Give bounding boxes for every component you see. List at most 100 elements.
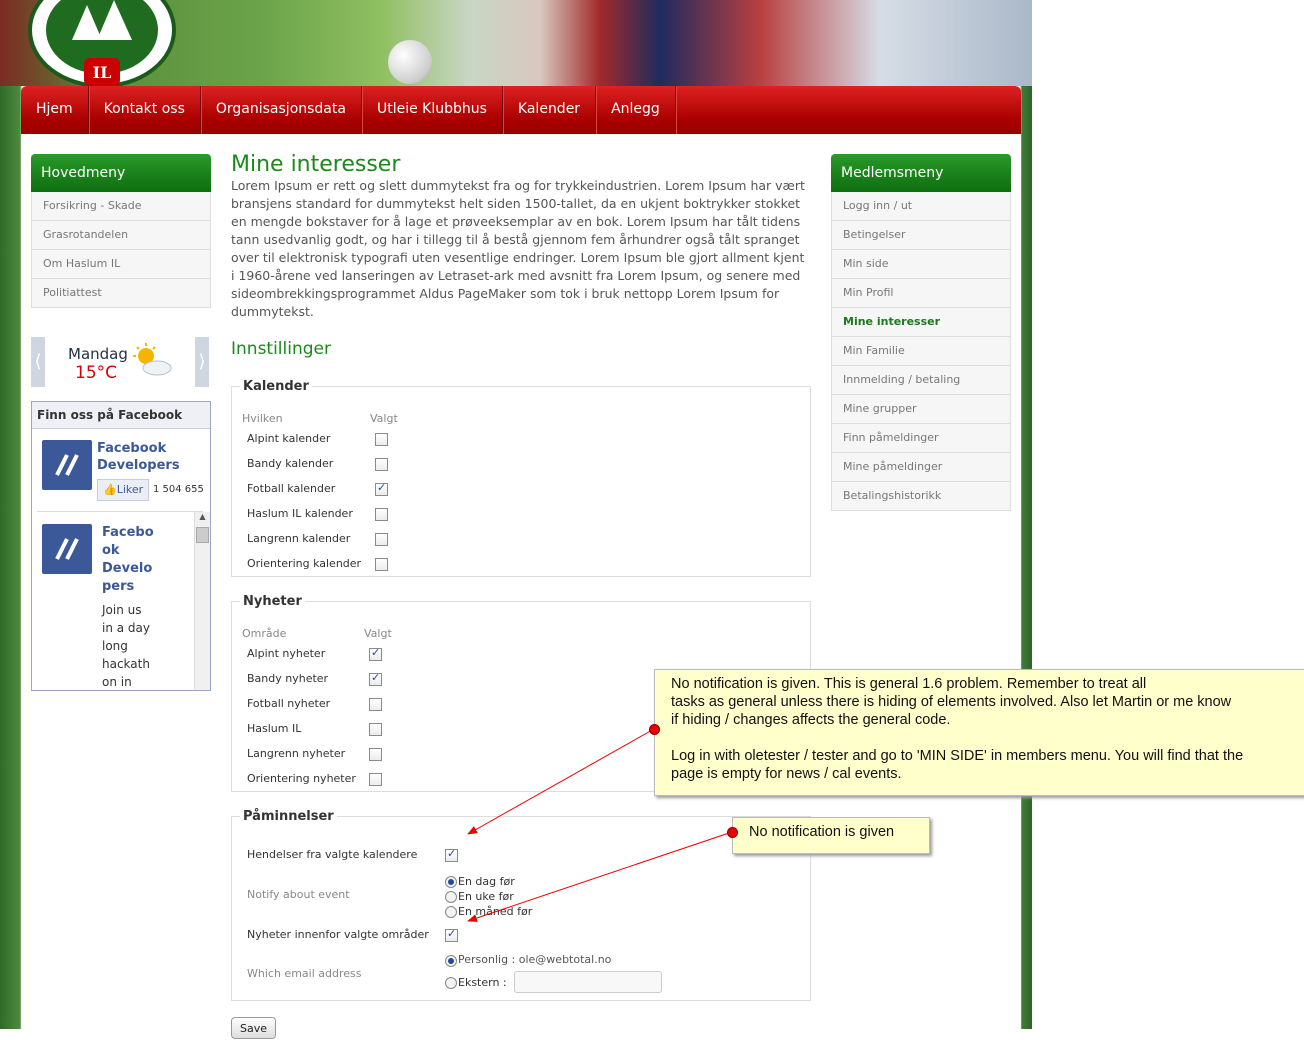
notify-option-label: En dag før: [458, 875, 515, 888]
external-email-input[interactable]: [514, 971, 662, 993]
kalender-legend: Kalender: [243, 379, 309, 394]
weather-day: Mandag: [68, 345, 128, 363]
facebook-post-author[interactable]: Facebo ok Develo pers: [102, 524, 156, 596]
facebook-widget: Finn oss på Facebook Facebook Developers…: [31, 401, 211, 691]
like-label: Liker: [116, 483, 144, 496]
arrow-dot-2: [727, 827, 738, 838]
kalender-row-checkbox[interactable]: [375, 481, 388, 496]
main-navigation: Hjem Kontakt oss Organisasjonsdata Utleie K…: [21, 86, 1021, 134]
main-menu-item[interactable]: Politiattest: [31, 279, 211, 308]
events-checkbox[interactable]: [445, 847, 458, 862]
note-line: page is empty for news / cal events.: [671, 766, 902, 782]
notify-radio[interactable]: [445, 906, 457, 918]
email-label: Which email address: [247, 967, 362, 980]
main-content: Mine interesser Lorem Ipsum er rett og s…: [231, 152, 811, 359]
kalender-col-selected: Valgt: [370, 412, 398, 425]
member-menu-item[interactable]: Logg inn / ut: [831, 192, 1011, 221]
nyheter-row-checkbox[interactable]: [369, 698, 382, 711]
email-external-label: Ekstern :: [458, 976, 507, 989]
nav-item[interactable]: Utleie Klubbhus: [362, 86, 503, 134]
kalender-col-which: Hvilken: [242, 412, 283, 425]
member-menu-item[interactable]: Betalingshistorikk: [831, 482, 1011, 511]
nyheter-col-area: Område: [242, 627, 287, 640]
paminnelser-legend: Påminnelser: [243, 809, 334, 824]
kalender-row-checkbox[interactable]: [375, 558, 388, 571]
main-menu-item[interactable]: Forsikring - Skade: [31, 192, 211, 221]
nav-item[interactable]: Kontakt oss: [89, 86, 201, 134]
member-menu-item[interactable]: Finn påmeldinger: [831, 424, 1011, 453]
nyheter-row-checkbox[interactable]: [369, 671, 382, 686]
note-line: [671, 729, 1304, 747]
events-label: Hendelser fra valgte kalendere: [247, 848, 418, 861]
kalender-row-checkbox[interactable]: [375, 533, 388, 546]
football-image: [388, 40, 432, 84]
nav-item[interactable]: Organisasjonsdata: [201, 86, 362, 134]
member-menu: Medlemsmeny Logg inn / ut Betingelser Min …: [831, 154, 1011, 511]
member-menu-title: Medlemsmeny: [831, 154, 1011, 192]
notify-radio[interactable]: [445, 891, 457, 903]
notify-option-label: En uke før: [458, 890, 514, 903]
like-button[interactable]: 👍Liker: [97, 479, 150, 501]
nav-item[interactable]: Anlegg: [596, 86, 676, 134]
news-checkbox[interactable]: [445, 927, 458, 942]
scroll-up-icon[interactable]: ▲: [195, 512, 210, 521]
weather-next-button[interactable]: ⟩: [195, 337, 209, 387]
member-menu-item[interactable]: Mine interesser: [831, 308, 1011, 337]
page-content: Hovedmeny Forsikring - Skade Grasrotandel…: [21, 134, 1021, 1039]
main-menu-item[interactable]: Grasrotandelen: [31, 221, 211, 250]
annotation-note-1: No notification is given. This is genera…: [654, 669, 1304, 796]
nyheter-row-checkbox[interactable]: [369, 646, 382, 661]
member-menu-item[interactable]: Min Profil: [831, 279, 1011, 308]
kalender-row-label: Orientering kalender: [247, 557, 362, 570]
facebook-developers-icon: [42, 440, 92, 490]
nyheter-legend: Nyheter: [243, 594, 302, 609]
email-external-radio[interactable]: [445, 977, 457, 989]
partly-cloudy-icon: [133, 343, 172, 376]
notify-option-label: En måned før: [458, 905, 533, 918]
save-button[interactable]: Save: [231, 1017, 276, 1039]
main-menu: Hovedmeny Forsikring - Skade Grasrotandel…: [31, 154, 211, 308]
facebook-page-link[interactable]: Facebook Developers: [97, 440, 197, 474]
weather-prev-button[interactable]: ⟨: [31, 337, 45, 387]
member-menu-item[interactable]: Betingelser: [831, 221, 1011, 250]
member-menu-item[interactable]: Min side: [831, 250, 1011, 279]
facebook-widget-title: Finn oss på Facebook: [32, 402, 210, 429]
notify-radio[interactable]: [445, 876, 457, 888]
thumbs-up-icon: 👍: [103, 483, 117, 496]
facebook-divider: [37, 511, 203, 512]
nav-item[interactable]: Hjem: [21, 86, 89, 134]
weather-temp: 15°C: [75, 363, 118, 383]
kalender-row-checkbox[interactable]: [375, 433, 388, 446]
nyheter-row-checkbox[interactable]: [369, 773, 382, 786]
nyheter-row-label: Langrenn nyheter: [247, 747, 346, 760]
member-menu-item[interactable]: Innmelding / betaling: [831, 366, 1011, 395]
kalender-row-label: Alpint kalender: [247, 432, 331, 445]
nyheter-row-checkbox[interactable]: [369, 748, 382, 761]
news-label: Nyheter innenfor valgte områder: [247, 928, 429, 941]
arrow-dot-1: [649, 724, 660, 735]
main-menu-title: Hovedmeny: [31, 154, 211, 192]
nyheter-row-checkbox[interactable]: [369, 723, 382, 736]
nyheter-row-label: Bandy nyheter: [247, 672, 329, 685]
kalender-row-label: Fotball kalender: [247, 482, 336, 495]
facebook-scrollbar[interactable]: ▲: [194, 512, 210, 690]
member-menu-item[interactable]: Mine påmeldinger: [831, 453, 1011, 482]
kalender-row-label: Haslum IL kalender: [247, 507, 353, 520]
header-banner: IL: [0, 0, 1032, 86]
nav-item[interactable]: Kalender: [503, 86, 597, 134]
kalender-row-checkbox[interactable]: [375, 508, 388, 521]
page-title: Mine interesser: [231, 152, 401, 177]
like-count: 1 504 655: [153, 484, 204, 495]
member-menu-item[interactable]: Min Familie: [831, 337, 1011, 366]
annotation-note-2: No notification is given: [732, 817, 930, 854]
email-personal-radio[interactable]: [445, 955, 457, 967]
scrollbar-thumb[interactable]: [196, 527, 209, 543]
notify-label: Notify about event: [247, 888, 350, 901]
facebook-developers-icon-2: [42, 524, 92, 574]
kalender-row-checkbox[interactable]: [375, 458, 388, 471]
main-menu-item[interactable]: Om Haslum IL: [31, 250, 211, 279]
note-line: if hiding / changes affects the general …: [671, 712, 951, 728]
nyheter-row-label: Haslum IL: [247, 722, 302, 735]
paminnelser-section: Påminnelser Hendelser fra valgte kalende…: [231, 809, 811, 1001]
member-menu-item[interactable]: Mine grupper: [831, 395, 1011, 424]
